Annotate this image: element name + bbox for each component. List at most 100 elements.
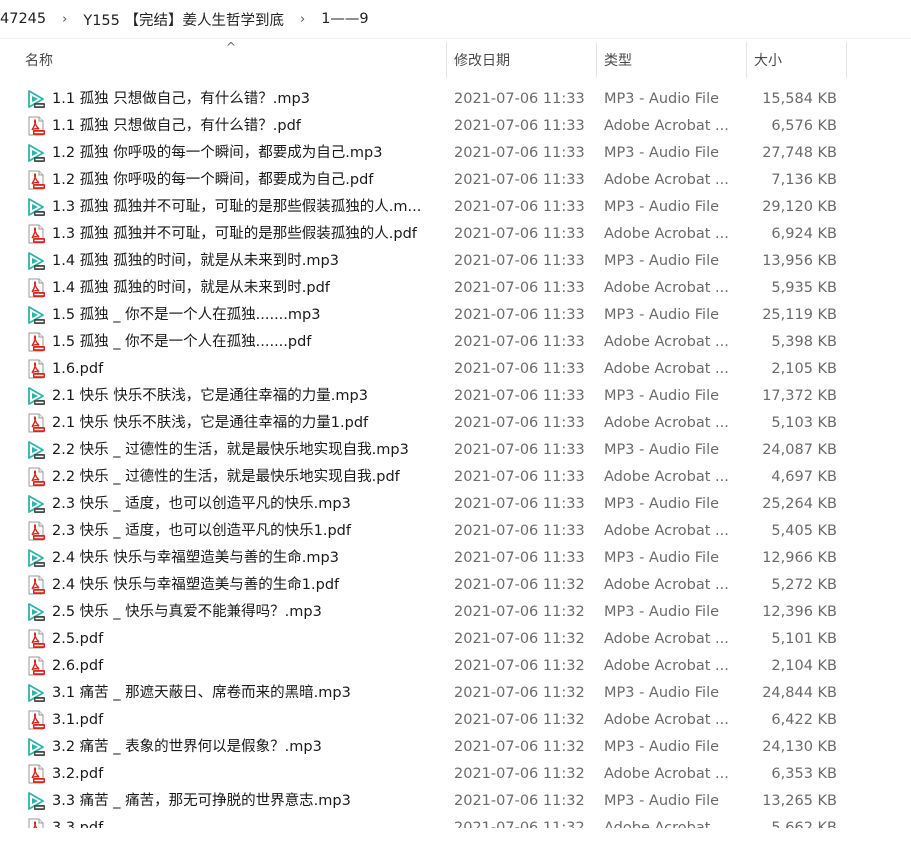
- file-row[interactable]: 1.2 孤独 你呼吸的每一个瞬间，都要成为自己.mp3 2021-07-06 11…: [0, 140, 911, 167]
- file-date: 2021-07-06 11:33: [454, 280, 585, 296]
- file-date: 2021-07-06 11:33: [454, 496, 585, 512]
- file-row[interactable]: 1.6.pdf 2021-07-06 11:33 Adobe Acrobat ...…: [0, 356, 911, 383]
- column-header-size[interactable]: 大小: [746, 42, 846, 78]
- file-date: 2021-07-06 11:32: [454, 631, 585, 647]
- pdf-file-icon: [26, 764, 46, 784]
- file-name: 3.3.pdf: [52, 820, 104, 828]
- file-date: 2021-07-06 11:33: [454, 550, 585, 566]
- file-row[interactable]: 1.4 孤独 孤独的时间，就是从未来到时.pdf 2021-07-06 11:33…: [0, 275, 911, 302]
- file-name: 1.2 孤独 你呼吸的每一个瞬间，都要成为自己.mp3: [52, 145, 383, 161]
- file-date: 2021-07-06 11:32: [454, 604, 585, 620]
- file-date: 2021-07-06 11:33: [454, 172, 585, 188]
- file-size: 5,398 KB: [771, 334, 837, 350]
- file-row[interactable]: 1.3 孤独 孤独并不可耻，可耻的是那些假装孤独的人.pdf 2021-07-06…: [0, 221, 911, 248]
- file-name: 3.3 痛苦 _ 痛苦，那无可挣脱的世界意志.mp3: [52, 793, 351, 809]
- breadcrumb-item-3[interactable]: 1——9: [317, 11, 372, 27]
- file-row[interactable]: 2.1 快乐 快乐不肤浅，它是通往幸福的力量1.pdf 2021-07-06 11…: [0, 410, 911, 437]
- chevron-right-icon: ›: [300, 11, 306, 27]
- file-row[interactable]: 2.3 快乐 _ 适度，也可以创造平凡的快乐1.pdf 2021-07-06 11…: [0, 518, 911, 545]
- file-type: MP3 - Audio File: [604, 388, 720, 404]
- file-row[interactable]: 2.2 快乐 _ 过德性的生活，就是最快乐地实现自我.pdf 2021-07-06…: [0, 464, 911, 491]
- pdf-file-icon: [26, 170, 46, 190]
- file-name: 2.4 快乐 快乐与幸福塑造美与善的生命.mp3: [52, 550, 339, 566]
- breadcrumb-item-2[interactable]: Y155 【完结】姜人生哲学到底: [79, 9, 288, 30]
- file-type: MP3 - Audio File: [604, 253, 720, 269]
- file-row[interactable]: 1.5 孤独 _ 你不是一个人在孤独.......mp3 2021-07-06 1…: [0, 302, 911, 329]
- file-row[interactable]: 1.5 孤独 _ 你不是一个人在孤独.......pdf 2021-07-06 1…: [0, 329, 911, 356]
- column-header-name[interactable]: 名称: [17, 42, 447, 78]
- file-size: 15,584 KB: [762, 91, 837, 107]
- address-bar[interactable]: 47245 › Y155 【完结】姜人生哲学到底 › 1——9: [0, 0, 911, 39]
- file-row[interactable]: 3.1 痛苦 _ 那遮天蔽日、席卷而来的黑暗.mp3 2021-07-06 11:…: [0, 680, 911, 707]
- file-row[interactable]: 1.4 孤独 孤独的时间，就是从未来到时.mp3 2021-07-06 11:33…: [0, 248, 911, 275]
- file-type: Adobe Acrobat ...: [604, 658, 729, 674]
- file-row[interactable]: 2.3 快乐 _ 适度，也可以创造平凡的快乐.mp3 2021-07-06 11:…: [0, 491, 911, 518]
- file-type: Adobe Acrobat ...: [604, 280, 729, 296]
- file-row[interactable]: 1.2 孤独 你呼吸的每一个瞬间，都要成为自己.pdf 2021-07-06 11…: [0, 167, 911, 194]
- file-row[interactable]: 1.1 孤独 只想做自己，有什么错？.pdf 2021-07-06 11:33 Ad…: [0, 113, 911, 140]
- pdf-file-icon: [26, 521, 46, 541]
- file-date: 2021-07-06 11:32: [454, 820, 585, 828]
- file-row[interactable]: 3.3.pdf 2021-07-06 11:32 Adobe Acrobat ...…: [0, 815, 911, 828]
- breadcrumb-item-1[interactable]: 47245: [0, 11, 50, 27]
- file-size: 6,422 KB: [771, 712, 837, 728]
- file-size: 29,120 KB: [762, 199, 837, 215]
- file-row[interactable]: 1.3 孤独 孤独并不可耻，可耻的是那些假装孤独的人.m... 2021-07-0…: [0, 194, 911, 221]
- file-row[interactable]: 2.6.pdf 2021-07-06 11:32 Adobe Acrobat ...…: [0, 653, 911, 680]
- file-name: 1.4 孤独 孤独的时间，就是从未来到时.mp3: [52, 253, 339, 269]
- file-name: 3.2 痛苦 _ 表象的世界何以是假象？.mp3: [52, 739, 322, 755]
- pdf-file-icon: [26, 359, 46, 379]
- file-date: 2021-07-06 11:33: [454, 307, 585, 323]
- file-row[interactable]: 2.5 快乐 _ 快乐与真爱不能兼得吗？.mp3 2021-07-06 11:32…: [0, 599, 911, 626]
- file-row[interactable]: 2.5.pdf 2021-07-06 11:32 Adobe Acrobat ...…: [0, 626, 911, 653]
- file-row[interactable]: 3.2 痛苦 _ 表象的世界何以是假象？.mp3 2021-07-06 11:32…: [0, 734, 911, 761]
- file-row[interactable]: 3.2.pdf 2021-07-06 11:32 Adobe Acrobat ...…: [0, 761, 911, 788]
- column-header-row: 名称 修改日期 类型 大小: [0, 42, 911, 78]
- file-size: 6,576 KB: [771, 118, 837, 134]
- file-date: 2021-07-06 11:33: [454, 226, 585, 242]
- file-row[interactable]: 3.1.pdf 2021-07-06 11:32 Adobe Acrobat ...…: [0, 707, 911, 734]
- mp3-file-icon: [26, 791, 46, 811]
- pdf-file-icon: [26, 710, 46, 730]
- column-header-type[interactable]: 类型: [596, 42, 746, 78]
- file-row[interactable]: 2.4 快乐 快乐与幸福塑造美与善的生命1.pdf 2021-07-06 11:3…: [0, 572, 911, 599]
- file-type: MP3 - Audio File: [604, 145, 720, 161]
- file-date: 2021-07-06 11:33: [454, 145, 585, 161]
- column-header-type-label: 类型: [604, 53, 632, 69]
- column-divider[interactable]: [846, 42, 847, 78]
- file-row[interactable]: 2.2 快乐 _ 过德性的生活，就是最快乐地实现自我.mp3 2021-07-06…: [0, 437, 911, 464]
- mp3-file-icon: [26, 737, 46, 757]
- file-name: 2.3 快乐 _ 适度，也可以创造平凡的快乐.mp3: [52, 496, 351, 512]
- file-name: 1.1 孤独 只想做自己，有什么错？.pdf: [52, 118, 301, 134]
- file-name: 1.5 孤独 _ 你不是一个人在孤独.......pdf: [52, 334, 312, 350]
- file-row[interactable]: 3.3 痛苦 _ 痛苦，那无可挣脱的世界意志.mp3 2021-07-06 11:…: [0, 788, 911, 815]
- column-header-date[interactable]: 修改日期: [446, 42, 596, 78]
- file-row[interactable]: 2.4 快乐 快乐与幸福塑造美与善的生命.mp3 2021-07-06 11:33…: [0, 545, 911, 572]
- file-date: 2021-07-06 11:33: [454, 415, 585, 431]
- file-row[interactable]: 2.1 快乐 快乐不肤浅，它是通往幸福的力量.mp3 2021-07-06 11:…: [0, 383, 911, 410]
- file-size: 24,844 KB: [762, 685, 837, 701]
- file-date: 2021-07-06 11:32: [454, 739, 585, 755]
- file-date: 2021-07-06 11:33: [454, 118, 585, 134]
- file-type: MP3 - Audio File: [604, 442, 720, 458]
- file-list: 1.1 孤独 只想做自己，有什么错？.mp3 2021-07-06 11:33 MP…: [0, 86, 911, 828]
- mp3-file-icon: [26, 548, 46, 568]
- pdf-file-icon: [26, 656, 46, 676]
- file-date: 2021-07-06 11:32: [454, 577, 585, 593]
- file-row[interactable]: 1.1 孤独 只想做自己，有什么错？.mp3 2021-07-06 11:33 MP…: [0, 86, 911, 113]
- pdf-file-icon: [26, 467, 46, 487]
- pdf-file-icon: [26, 818, 46, 828]
- file-size: 13,956 KB: [762, 253, 837, 269]
- pdf-file-icon: [26, 224, 46, 244]
- chevron-right-icon: ›: [62, 11, 68, 27]
- file-type: Adobe Acrobat ...: [604, 226, 729, 242]
- file-name: 2.1 快乐 快乐不肤浅，它是通往幸福的力量1.pdf: [52, 415, 369, 431]
- file-name: 3.1.pdf: [52, 712, 104, 728]
- file-name: 1.4 孤独 孤独的时间，就是从未来到时.pdf: [52, 280, 330, 296]
- mp3-file-icon: [26, 197, 46, 217]
- file-type: MP3 - Audio File: [604, 604, 720, 620]
- file-type: Adobe Acrobat ...: [604, 172, 729, 188]
- file-type: Adobe Acrobat ...: [604, 712, 729, 728]
- file-type: Adobe Acrobat ...: [604, 334, 729, 350]
- mp3-file-icon: [26, 305, 46, 325]
